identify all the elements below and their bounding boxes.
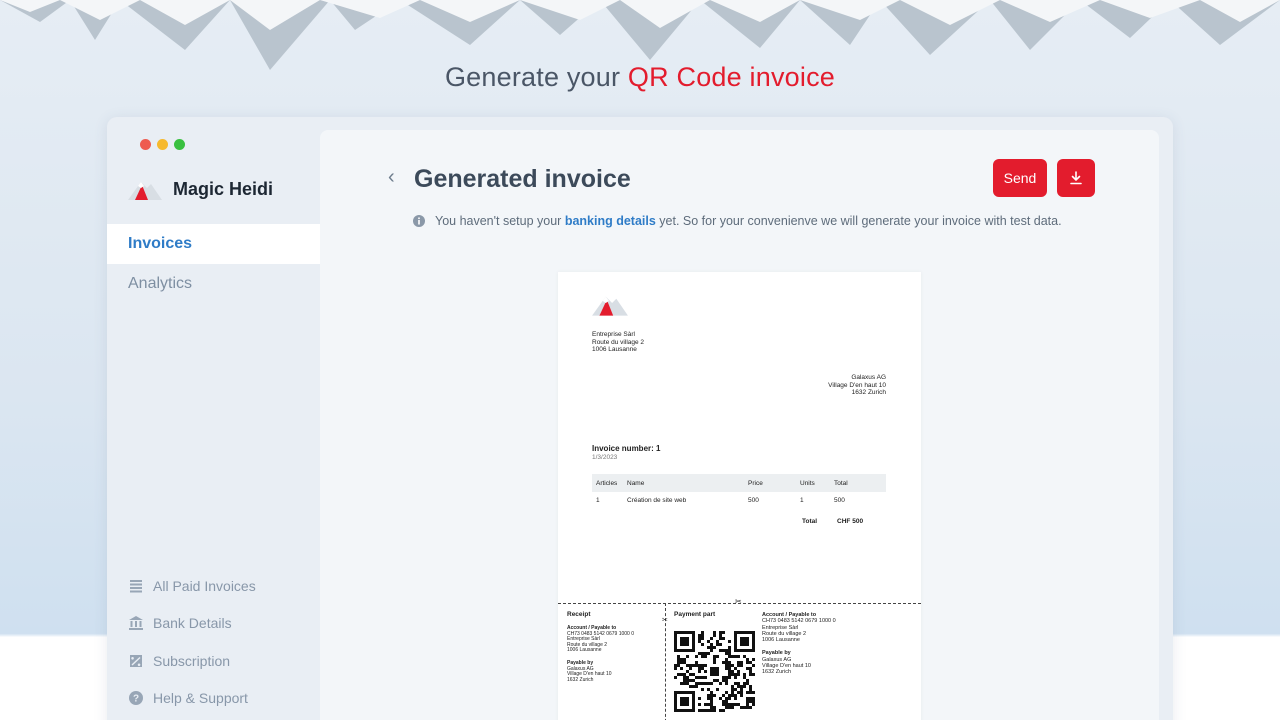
info-text: You haven't setup your banking details y…: [435, 214, 1062, 228]
invoice-sender: Entreprise Sàrl Route du village 2 1006 …: [592, 331, 644, 354]
payment-part-title: Payment part: [674, 611, 716, 618]
sidebar-item-invoices[interactable]: Invoices: [107, 224, 320, 264]
main-panel: ‹ Generated invoice Send You haven't set…: [320, 130, 1159, 720]
sidebar-item-label: All Paid Invoices: [153, 577, 256, 594]
sidebar-item-all-paid-invoices[interactable]: All Paid Invoices: [129, 567, 256, 605]
close-window-button[interactable]: [140, 139, 151, 150]
brand[interactable]: Magic Heidi: [127, 177, 273, 201]
scissors-icon: ✂: [735, 597, 742, 606]
headline-accent: QR Code invoice: [627, 62, 835, 92]
svg-text:?: ?: [133, 694, 139, 705]
sender-line: Route du village 2: [592, 338, 645, 346]
sidebar-item-label: Bank Details: [153, 615, 232, 632]
headline-prefix: Generate your: [444, 62, 628, 92]
info-text-after: yet. So for your convenienve we will gen…: [655, 214, 1062, 228]
total-value: CHF 500: [837, 518, 864, 525]
bank-icon: [129, 616, 143, 631]
invoice-logo-icon: [592, 296, 628, 316]
minimize-window-button[interactable]: [157, 139, 168, 150]
table-cell: 500: [748, 497, 759, 504]
receipt-title: Receipt: [567, 611, 591, 618]
column-header: Price: [748, 479, 763, 487]
sidebar-item-label: Analytics: [128, 275, 193, 292]
download-button[interactable]: [1057, 159, 1095, 197]
column-header: Total: [834, 479, 848, 487]
table-header: Articles Name Price Units Total: [592, 474, 886, 492]
recipient-line: 1632 Zurich: [851, 389, 886, 396]
column-header: Name: [627, 479, 645, 487]
sidebar-item-help-support[interactable]: ? Help & Support: [129, 680, 256, 718]
payment-line: 1632 Zurich: [762, 669, 792, 676]
sidebar-bottom-nav: All Paid Invoices Bank Details Subscript…: [129, 567, 256, 717]
sidebar-item-label: Help & Support: [153, 690, 248, 707]
list-icon: [130, 579, 142, 593]
qr-code: [674, 631, 755, 712]
recipient-line: Galaxus AG: [851, 374, 886, 381]
window-controls: [140, 139, 185, 150]
sidebar-item-subscription[interactable]: Subscription: [129, 642, 256, 680]
brand-name: Magic Heidi: [173, 178, 274, 199]
receipt-line: 1632 Zurich: [567, 676, 594, 683]
table-row: 1 Création de site web 500 1 500: [592, 492, 886, 509]
column-header: Articles: [596, 479, 618, 487]
recipient-line: Village D'en haut 10: [828, 381, 886, 389]
info-icon: [413, 215, 425, 227]
table-cell: 500: [834, 497, 845, 504]
invoice-total: Total CHF 500: [802, 518, 863, 525]
percent-icon: [130, 654, 142, 667]
invoice-number: Invoice number: 1: [592, 444, 661, 453]
column-header: Units: [800, 479, 815, 487]
sender-line: Entreprise Sàrl: [592, 331, 635, 338]
scissors-icon: ✂: [662, 617, 668, 624]
table-cell: 1: [596, 497, 600, 504]
sidebar-item-label: Invoices: [128, 235, 193, 252]
sidebar-item-label: Subscription: [153, 652, 231, 669]
invoice-recipient: Galaxus AG Village D'en haut 10 1632 Zur…: [828, 374, 886, 397]
magic-heidi-logo-icon: [128, 182, 162, 200]
invoice-date: 1/3/2023: [592, 454, 618, 461]
info-text-before: You haven't setup your: [435, 214, 565, 228]
banking-details-link[interactable]: banking details: [565, 214, 656, 228]
page-title: Generated invoice: [414, 165, 631, 193]
help-icon: ?: [129, 691, 143, 706]
send-button[interactable]: Send: [993, 159, 1047, 197]
sidebar-item-bank-details[interactable]: Bank Details: [129, 605, 256, 643]
app-window: Magic Heidi Invoices Analytics All Paid …: [107, 117, 1173, 720]
payment-details: Account / Payable to CH73 0483 5142 0679…: [762, 612, 892, 676]
maximize-window-button[interactable]: [174, 139, 185, 150]
sender-line: 1006 Lausanne: [592, 346, 637, 353]
invoice-table: Articles Name Price Units Total 1 Créati…: [592, 474, 886, 509]
total-label: Total: [802, 518, 818, 525]
invoice-preview: Entreprise Sàrl Route du village 2 1006 …: [558, 272, 921, 720]
back-button[interactable]: ‹: [388, 166, 395, 189]
download-icon: [1070, 171, 1082, 185]
table-cell: 1: [800, 497, 804, 504]
sidebar-item-analytics[interactable]: Analytics: [107, 264, 320, 304]
page-headline: Generate your QR Code invoice: [0, 62, 1280, 93]
table-cell: Création de site web: [627, 497, 687, 504]
info-notice: You haven't setup your banking details y…: [413, 214, 1062, 228]
receipt-details: Account / Payable to CH73 0483 5142 0679…: [567, 625, 659, 683]
